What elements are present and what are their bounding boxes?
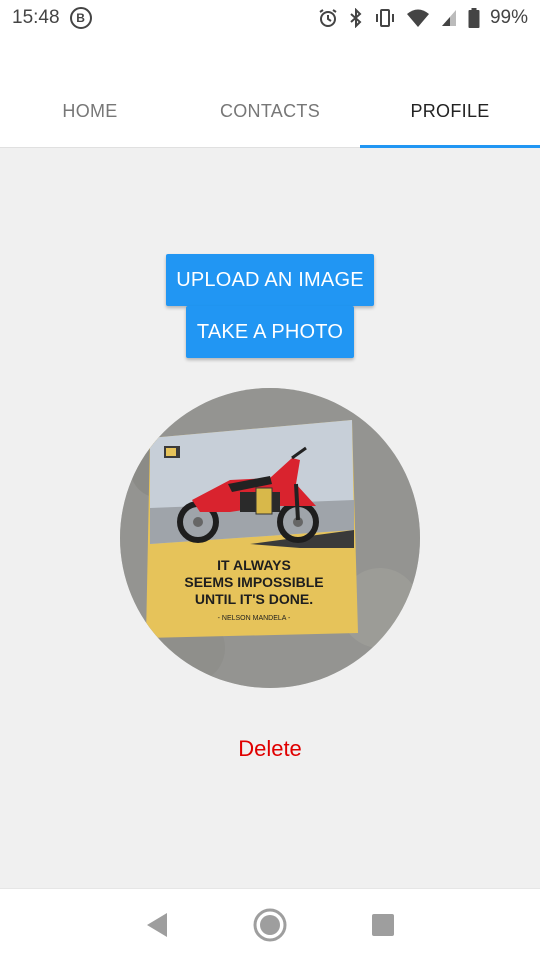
tab-bar: HOME CONTACTS PROFILE [0, 76, 540, 148]
status-time: 15:48 [12, 7, 60, 28]
bluetooth-icon [348, 8, 364, 28]
status-bar: 15:48 B 99% [0, 0, 540, 36]
signal-icon [440, 8, 458, 28]
poster-quote-line2: SEEMS IMPOSSIBLE [184, 574, 323, 590]
avatar-image: IT ALWAYS SEEMS IMPOSSIBLE UNTIL IT'S DO… [120, 388, 420, 688]
notification-b-icon: B [69, 7, 92, 29]
battery-icon [468, 8, 480, 28]
tab-profile[interactable]: PROFILE [360, 76, 540, 148]
tab-home[interactable]: HOME [0, 76, 180, 147]
system-nav-bar [0, 888, 540, 960]
home-icon[interactable] [250, 905, 290, 945]
take-photo-button[interactable]: TAKE A PHOTO [186, 306, 354, 358]
profile-content: UPLOAD AN IMAGE TAKE A PHOTO IT ALWAYS S… [0, 148, 540, 888]
profile-avatar: IT ALWAYS SEEMS IMPOSSIBLE UNTIL IT'S DO… [120, 388, 420, 688]
recents-icon[interactable] [363, 905, 403, 945]
poster-quote-line3: UNTIL IT'S DONE. [195, 591, 313, 607]
tab-contacts[interactable]: CONTACTS [180, 76, 360, 147]
delete-button[interactable]: Delete [0, 736, 540, 762]
status-left: 15:48 B [12, 7, 92, 29]
vibrate-icon [374, 8, 396, 28]
wifi-icon [406, 8, 430, 28]
poster-author: - NELSON MANDELA - [218, 615, 291, 622]
upload-image-button[interactable]: UPLOAD AN IMAGE [166, 254, 374, 306]
poster-quote-line1: IT ALWAYS [217, 557, 291, 573]
battery-percent: 99% [489, 7, 528, 28]
status-right: 99% [318, 7, 528, 29]
alarm-icon [318, 8, 338, 28]
back-icon[interactable] [137, 905, 177, 945]
